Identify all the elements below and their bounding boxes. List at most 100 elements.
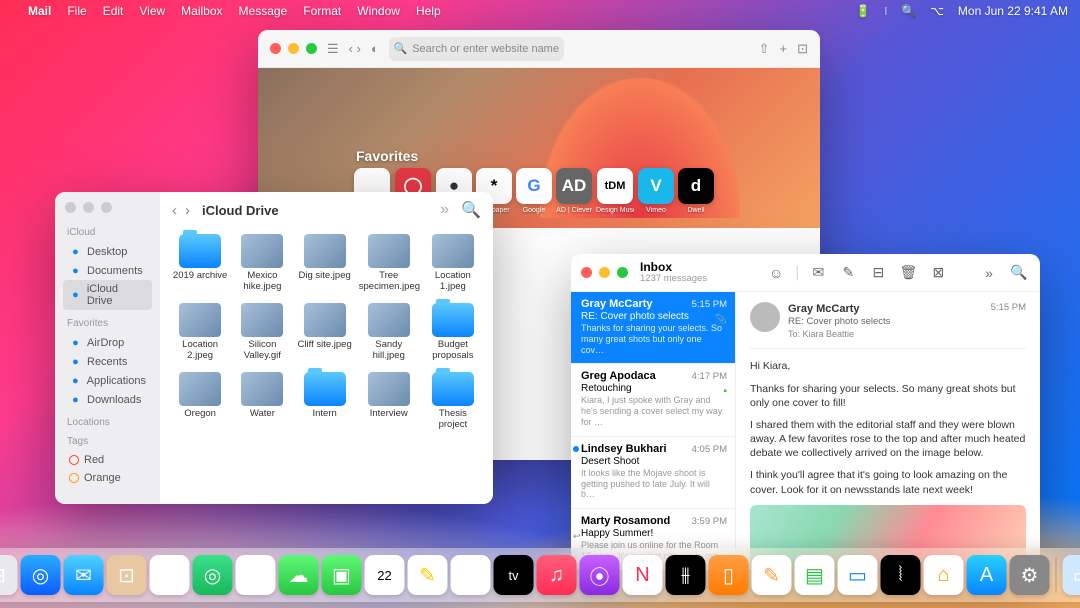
minimize-button[interactable] xyxy=(288,43,299,54)
dock-system-preferences[interactable]: ⚙ xyxy=(1010,555,1050,595)
dock-stocks[interactable]: ⫵ xyxy=(666,555,706,595)
file-item[interactable]: Oregon xyxy=(172,372,228,431)
sidebar-item-recents[interactable]: ●Recents xyxy=(63,352,152,371)
file-item[interactable]: Location 1.jpeg xyxy=(425,234,481,293)
filter-icon[interactable]: ☺ xyxy=(765,265,787,281)
zoom-button[interactable] xyxy=(101,202,112,213)
forward-button[interactable]: › xyxy=(185,202,190,219)
zoom-button[interactable] xyxy=(617,267,628,278)
zoom-button[interactable] xyxy=(306,43,317,54)
file-item[interactable]: Mexico hike.jpeg xyxy=(234,234,290,293)
file-item[interactable]: Budget proposals xyxy=(425,303,481,362)
sidebar-item-applications[interactable]: ●Applications xyxy=(63,371,152,390)
dock-photos[interactable]: ✿ xyxy=(236,555,276,595)
minimize-button[interactable] xyxy=(83,202,94,213)
share-icon[interactable]: ⇧ xyxy=(759,41,770,57)
shield-icon[interactable]: ◐ xyxy=(371,41,379,56)
close-button[interactable] xyxy=(581,267,592,278)
sidebar-item-documents[interactable]: ●Documents xyxy=(63,261,152,280)
message-row[interactable]: Gray McCarty5:15 PMRE: Cover photo selec… xyxy=(571,292,735,364)
search-icon[interactable]: 🔍 xyxy=(1008,264,1030,281)
sidebar-toggle-icon[interactable]: ☰ xyxy=(327,41,339,57)
dock-facetime[interactable]: ▣ xyxy=(322,555,362,595)
trash-icon[interactable]: 🗑 xyxy=(897,264,919,281)
file-item[interactable]: Interview xyxy=(359,372,419,431)
dock-home[interactable]: ⌂ xyxy=(924,555,964,595)
url-field[interactable]: 🔍 Search or enter website name xyxy=(389,37,564,61)
dock-downloads[interactable]: ▭ xyxy=(1063,555,1080,595)
favorite-vimeo[interactable]: VVimeo xyxy=(638,168,674,214)
menu-file[interactable]: File xyxy=(67,4,86,18)
dock-safari[interactable]: ◎ xyxy=(21,555,61,595)
more-icon[interactable]: » xyxy=(978,265,1000,281)
menu-mailbox[interactable]: Mailbox xyxy=(181,4,222,18)
dock-calendar[interactable]: 22 xyxy=(365,555,405,595)
sidebar-item-red[interactable]: Red xyxy=(63,451,152,469)
dock-contacts[interactable]: ⊡ xyxy=(107,555,147,595)
dock-maps[interactable]: ➤ xyxy=(150,555,190,595)
dock-music[interactable]: ♫ xyxy=(537,555,577,595)
file-item[interactable]: Water xyxy=(234,372,290,431)
sidebar-item-desktop[interactable]: ●Desktop xyxy=(63,242,152,261)
dock-find-my[interactable]: ◎ xyxy=(193,555,233,595)
close-button[interactable] xyxy=(65,202,76,213)
sidebar-item-icloud-drive[interactable]: ●iCloud Drive xyxy=(63,280,152,310)
favorite-ad-clever[interactable]: ADAD | Clever xyxy=(556,168,592,214)
search-icon[interactable]: 🔍 xyxy=(461,200,481,220)
file-item[interactable]: Location 2.jpeg xyxy=(172,303,228,362)
dock-books[interactable]: ▯ xyxy=(709,555,749,595)
favorite-google[interactable]: GGoogle xyxy=(516,168,552,214)
close-button[interactable] xyxy=(270,43,281,54)
dock-notes[interactable]: ✎ xyxy=(408,555,448,595)
menu-format[interactable]: Format xyxy=(303,4,341,18)
favorite-design-museum[interactable]: tDMDesign Museum xyxy=(596,168,634,214)
control-center-icon[interactable]: ⌥ xyxy=(930,4,944,18)
dock-messages[interactable]: ☁ xyxy=(279,555,319,595)
clock[interactable]: Mon Jun 22 9:41 AM xyxy=(958,4,1068,18)
back-button[interactable]: ‹ xyxy=(172,202,177,219)
file-item[interactable]: Sandy hill.jpeg xyxy=(359,303,419,362)
dock-podcasts[interactable]: ⦿ xyxy=(580,555,620,595)
dock-app-store[interactable]: A xyxy=(967,555,1007,595)
menu-window[interactable]: Window xyxy=(357,4,400,18)
file-item[interactable]: Intern xyxy=(297,372,353,431)
file-item[interactable]: 2019 archive xyxy=(172,234,228,293)
new-tab-icon[interactable]: + xyxy=(780,41,788,56)
dock-reminders[interactable]: ☰ xyxy=(451,555,491,595)
message-row[interactable]: Greg Apodaca4:17 PMRetouchingKiara, I ju… xyxy=(571,364,735,436)
menu-message[interactable]: Message xyxy=(239,4,288,18)
compose-icon[interactable]: ✎ xyxy=(837,264,859,281)
dock-launchpad[interactable]: ⊞ xyxy=(0,555,18,595)
dock-voice-memos[interactable]: ⦚ xyxy=(881,555,921,595)
dock-tv[interactable]: tv xyxy=(494,555,534,595)
minimize-button[interactable] xyxy=(599,267,610,278)
dock-keynote[interactable]: ▭ xyxy=(838,555,878,595)
dock-pages[interactable]: ✎ xyxy=(752,555,792,595)
dock-mail[interactable]: ✉ xyxy=(64,555,104,595)
sidebar-item-orange[interactable]: Orange xyxy=(63,469,152,487)
file-item[interactable]: Silicon Valley.gif xyxy=(234,303,290,362)
file-item[interactable]: Thesis project xyxy=(425,372,481,431)
sidebar-item-downloads[interactable]: ●Downloads xyxy=(63,390,152,409)
menu-help[interactable]: Help xyxy=(416,4,441,18)
junk-icon[interactable]: ⊠ xyxy=(927,264,949,281)
archive-icon[interactable]: ⊟ xyxy=(867,264,889,281)
dock-numbers[interactable]: ▤ xyxy=(795,555,835,595)
file-item[interactable]: Dig site.jpeg xyxy=(297,234,353,293)
back-forward-icon[interactable]: ‹ › xyxy=(349,41,361,56)
menu-view[interactable]: View xyxy=(139,4,165,18)
wifi-icon[interactable]: ⧙ xyxy=(885,4,888,19)
battery-icon[interactable]: 🔋 xyxy=(856,4,871,18)
file-item[interactable]: Cliff site.jpeg xyxy=(297,303,353,362)
message-row[interactable]: Lindsey Bukhari4:05 PMDesert ShootIt loo… xyxy=(571,437,735,509)
more-icon[interactable]: » xyxy=(440,201,449,219)
app-menu[interactable]: Mail xyxy=(28,4,51,18)
tabs-icon[interactable]: ⊡ xyxy=(797,41,808,57)
sidebar-item-airdrop[interactable]: ●AirDrop xyxy=(63,333,152,352)
file-item[interactable]: Tree specimen.jpeg xyxy=(359,234,419,293)
menu-edit[interactable]: Edit xyxy=(103,4,124,18)
new-mail-icon[interactable]: ✉ xyxy=(807,264,829,281)
favorite-dwell[interactable]: dDwell xyxy=(678,168,714,214)
search-icon[interactable]: 🔍 xyxy=(901,4,916,18)
dock-news[interactable]: N xyxy=(623,555,663,595)
